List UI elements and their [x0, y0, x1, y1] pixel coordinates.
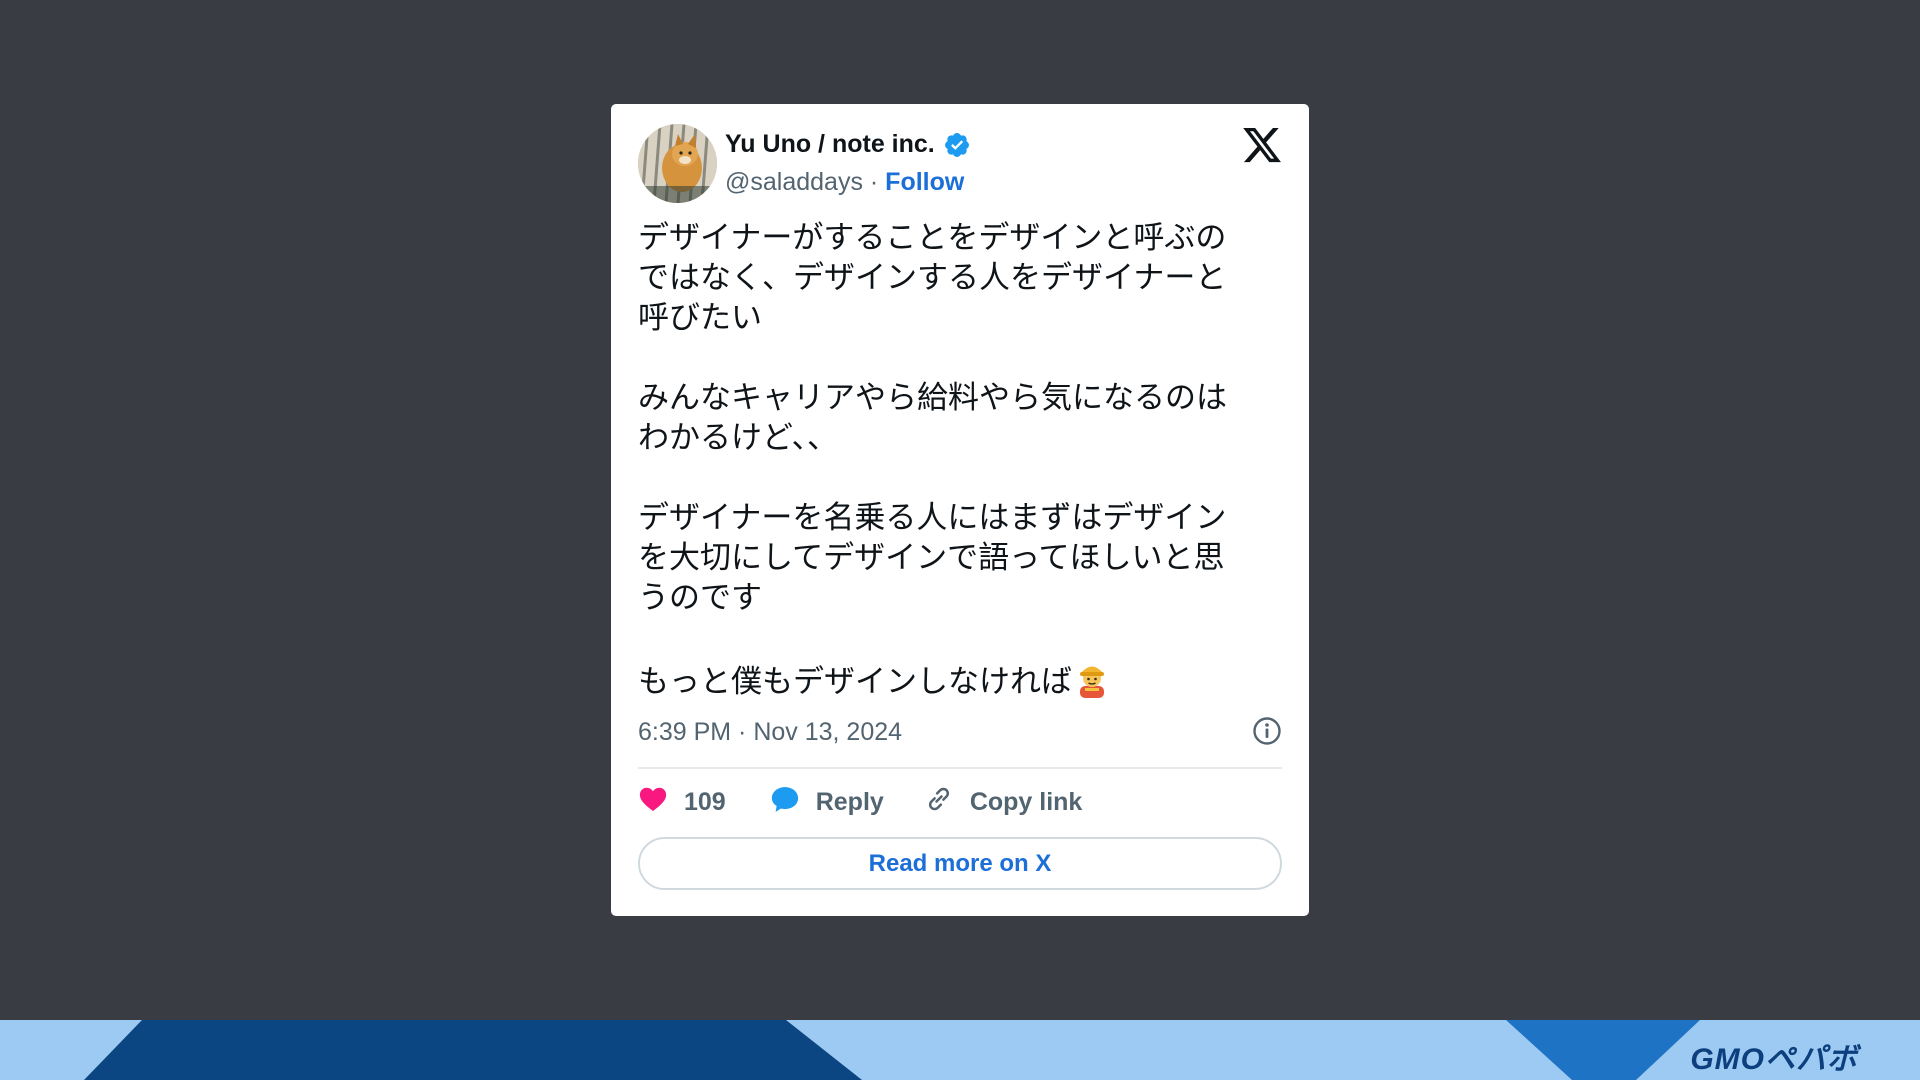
tweet-text: デザイナーがすることをデザインと呼ぶの ではなく、デザインする人をデザイナーと …	[638, 220, 1227, 700]
info-icon[interactable]	[1252, 716, 1282, 746]
footer-band	[0, 1020, 1920, 1080]
tweet-text-block: デザイナーがすることをデザインと呼ぶの ではなく、デザインする人をデザイナーと …	[638, 218, 1288, 702]
read-more-button[interactable]: Read more on X	[638, 837, 1282, 890]
divider	[638, 767, 1282, 769]
avatar-cat-image	[638, 124, 717, 203]
handle-row: @saladdays · Follow	[725, 168, 964, 197]
reply-button[interactable]: Reply	[770, 784, 884, 821]
author-row: Yu Uno / note inc.	[725, 130, 971, 159]
tweet-card: Yu Uno / note inc. @saladdays · Follow デ…	[611, 104, 1309, 916]
x-logo-icon[interactable]	[1241, 124, 1283, 166]
copy-link-label: Copy link	[969, 788, 1083, 816]
action-bar: 109 Reply Copy link	[638, 784, 1082, 821]
link-icon	[924, 784, 954, 821]
copy-link-button[interactable]: Copy link	[924, 784, 1083, 821]
avatar[interactable]	[638, 124, 717, 203]
reply-label: Reply	[815, 788, 884, 816]
like-button[interactable]: 109	[638, 784, 726, 821]
heart-icon	[638, 784, 668, 821]
author-handle[interactable]: @saladdays	[725, 168, 863, 196]
slide: Yu Uno / note inc. @saladdays · Follow デ…	[0, 0, 1920, 1080]
follow-link[interactable]: Follow	[885, 168, 964, 196]
speech-bubble-icon	[770, 784, 800, 821]
construction-worker-emoji	[1072, 658, 1112, 698]
verified-badge-icon	[943, 131, 971, 159]
author-name[interactable]: Yu Uno / note inc.	[725, 130, 935, 159]
gmo-pepabo-logo: GMOペパボ	[1690, 1043, 1858, 1076]
tweet-timestamp[interactable]: 6:39 PM · Nov 13, 2024	[638, 718, 902, 747]
handle-separator: ·	[862, 168, 886, 196]
like-count: 109	[684, 788, 726, 816]
